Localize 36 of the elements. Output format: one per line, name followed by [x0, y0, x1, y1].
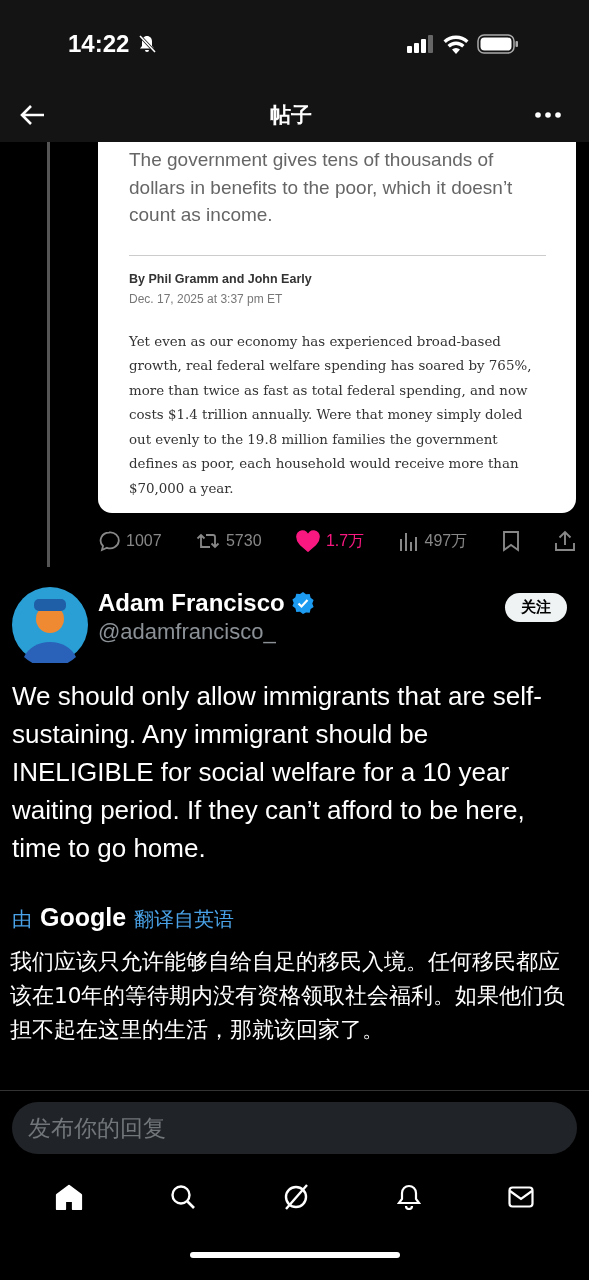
translated-text: 我们应该只允许能够自给自足的移民入境。任何移民都应该在10年的等待期内没有资格领取社会福利。如果他们负担不起在这里的生活，那就该回家了。: [9, 948, 567, 1044]
heart-icon[interactable]: [295, 530, 320, 552]
share-icon[interactable]: [553, 530, 576, 552]
article-byline: By Phil Gramm and John Early: [129, 271, 313, 286]
bar-chart-icon[interactable]: [398, 531, 419, 551]
signal-icon: [407, 35, 435, 53]
translation-label[interactable]: 翻译自英语: [134, 906, 235, 933]
mail-icon[interactable]: [507, 1186, 534, 1208]
article-subtitle: The government gives tens of thousands of dollars in benefits to the poor, which it doesn’t count as income.: [129, 148, 514, 227]
bell-icon[interactable]: [397, 1184, 422, 1210]
action-count: 1.7万: [325, 530, 365, 551]
follow-button[interactable]: 关注: [505, 593, 567, 622]
author-handle: @adamfrancisco_: [98, 619, 277, 645]
clock: 14:22: [68, 30, 130, 58]
post-text: We should only allow immigrants that are self-sustaining. Any immigrant should be INELIGIBLE for social welfare for a 10 year waiting period. If they can’t afford to be here, time to go home.: [11, 680, 543, 865]
back-arrow-icon[interactable]: [20, 104, 46, 126]
article-body: Yet even as our economy has experienced broad-based growth, real federal welfare spending has soared by 765%, more than twice as fast as total federal spending, and now costs $1.4 trillion annually. Were that money simply doled out evenly to the 19.8 million families the government defines as poor, each household would receive more than $70,000 a year.: [129, 332, 533, 498]
comment-icon[interactable]: [98, 530, 120, 552]
battery-icon: [477, 34, 519, 54]
search-icon[interactable]: [169, 1184, 196, 1210]
avatar[interactable]: [12, 587, 88, 663]
action-count: 5730: [225, 532, 262, 550]
slashed-circle-icon[interactable]: [282, 1183, 311, 1211]
author-name[interactable]: Adam Francisco: [98, 589, 285, 617]
wifi-icon: [443, 34, 469, 54]
action-count: 497万: [424, 530, 468, 551]
page-title: 帖子: [269, 102, 312, 129]
more-icon[interactable]: [535, 112, 561, 118]
translation-prefix[interactable]: 由: [12, 906, 32, 933]
reply-field[interactable]: 发布你的回复: [12, 1102, 577, 1154]
bookmark-icon[interactable]: [501, 530, 520, 552]
article-date: Dec. 17, 2025 at 3:37 pm ET: [129, 291, 284, 306]
provider-logo: Google: [40, 903, 127, 932]
home-icon[interactable]: [55, 1184, 84, 1210]
article-card[interactable]: [98, 142, 576, 513]
action-count: 1007: [126, 532, 162, 550]
